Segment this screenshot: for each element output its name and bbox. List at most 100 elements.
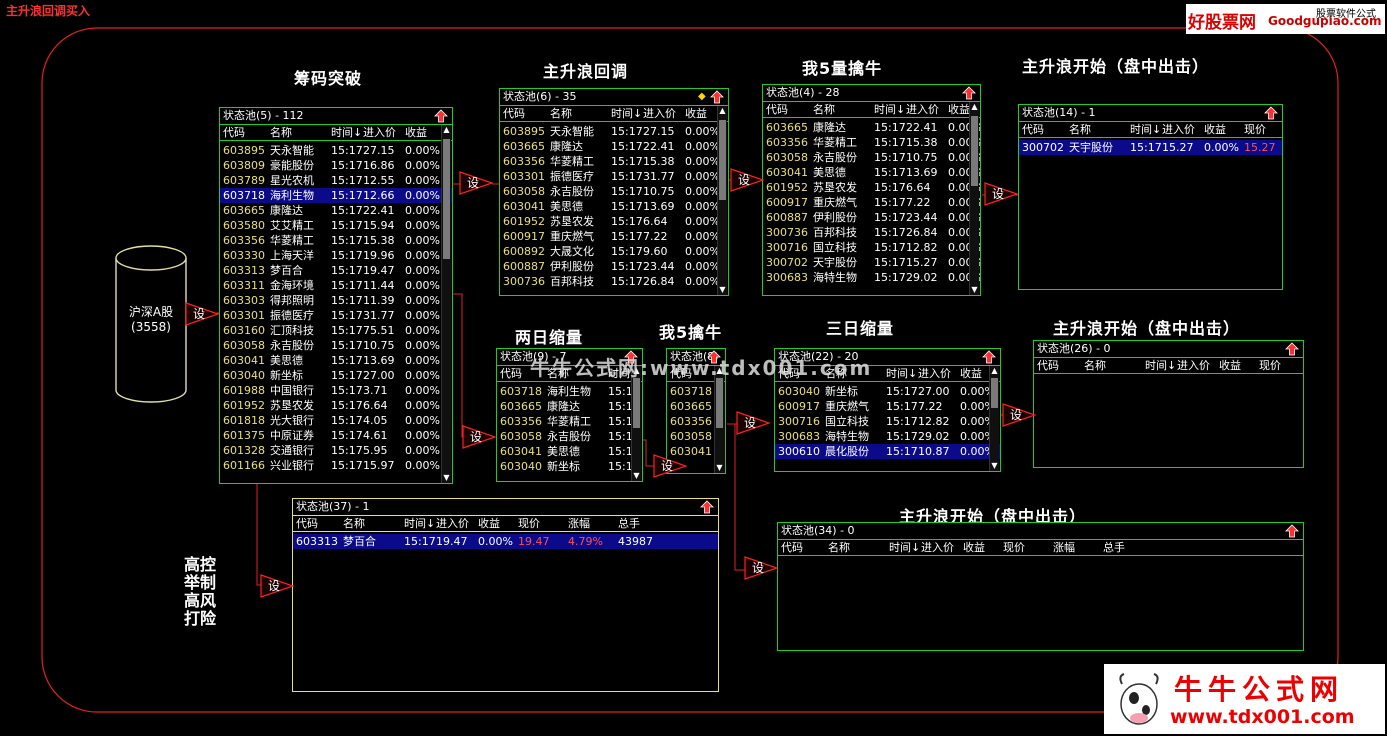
scrollbar[interactable]: ▲ ▼ [969, 102, 979, 295]
table-row[interactable]: 603330 上海天洋 15:1719.96 0.00% [220, 248, 452, 263]
table-row[interactable]: 300702 天宇股份 15:1715.27 0.00% [763, 255, 980, 270]
set-button[interactable]: 设 [462, 425, 497, 449]
column-vol[interactable]: 总手 [618, 516, 668, 531]
column-ret[interactable]: 收益 [1219, 358, 1259, 373]
table-row[interactable]: 601952 苏垦农发 15:176.64 0.00% [500, 214, 728, 229]
scroll-thumb[interactable] [443, 139, 450, 259]
table-row[interactable]: 603789 星光农机 15:1712.55 0.00% [220, 173, 452, 188]
table-row[interactable]: 300716 国立科技 15:1712.82 0.00% [775, 414, 1000, 429]
column-name[interactable]: 名称 [270, 125, 331, 140]
column-price[interactable]: 进入价 [436, 516, 478, 531]
scrollbar[interactable]: ▲ ▼ [631, 366, 641, 481]
table-row[interactable]: 603356 华菱精工 15:1715.38 0.00% [500, 154, 728, 169]
column-name[interactable]: 名称 [1069, 122, 1130, 137]
table-row[interactable]: 600887 伊利股份 15:1723.44 0.00% [763, 210, 980, 225]
up-arrow-icon[interactable] [700, 500, 714, 514]
table-row[interactable]: 603665 康隆达 15:1722.41 0.00% [500, 139, 728, 154]
column-time[interactable]: 时间↓ [889, 540, 921, 555]
table-row[interactable]: 603058 永吉股份 15:1710.75 0.00% [763, 150, 980, 165]
column-price[interactable]: 进入价 [1177, 358, 1219, 373]
column-name[interactable]: 名称 [550, 106, 611, 121]
table-row[interactable]: 603895 天永智能 15:1727.15 0.00% [220, 143, 452, 158]
table-row[interactable]: 601166 兴业银行 15:1715.97 0.00% [220, 458, 452, 473]
column-ret[interactable]: 收益 [478, 516, 518, 531]
set-button[interactable]: 设 [1002, 403, 1037, 427]
column-price[interactable]: 进入价 [921, 540, 963, 555]
column-ret[interactable]: 收益 [1204, 122, 1244, 137]
pool-start-2[interactable]: 状态池(26) - 0 代码 名称 时间↓进入价 收益 现价 [1033, 340, 1304, 468]
table-row[interactable]: 601952 苏垦农发 15:176.64 0.00% [220, 398, 452, 413]
set-button[interactable]: 设 [984, 182, 1019, 206]
table-row[interactable]: 603303 得邦照明 15:1711.39 0.00% [220, 293, 452, 308]
table-row[interactable]: 603665 康隆达 15:1722.41 0.00% [763, 120, 980, 135]
set-button[interactable]: 设 [730, 168, 765, 192]
diamond-icon[interactable]: ◆ [698, 90, 708, 104]
column-price[interactable]: 进入价 [1162, 122, 1204, 137]
table-row[interactable]: 603058 永吉股份 15:1710.75 0.00% [500, 184, 728, 199]
scrollbar[interactable]: ▲ ▼ [989, 366, 999, 471]
up-arrow-icon[interactable] [1285, 342, 1299, 356]
table-row[interactable]: 603895 天永智能 15:1727.15 0.00% [500, 124, 728, 139]
table-row[interactable]: 603041 美思德 15:1713.69 0.00% [763, 165, 980, 180]
column-name[interactable]: 名称 [813, 102, 874, 117]
table-row[interactable]: 601988 中国银行 15:173.71 0.00% [220, 383, 452, 398]
table-row[interactable]: 603356 华菱精工 15:1715.38 0.00% [763, 135, 980, 150]
table-row[interactable]: 603041 美思德 15:17 [497, 444, 642, 459]
table-row[interactable]: 300610 晨化股份 15:1710.87 0.00% [775, 444, 1000, 459]
table-row[interactable]: 603313 梦百合 15:1719.47 0.00% [220, 263, 452, 278]
column-price[interactable]: 进入价 [643, 106, 685, 121]
table-row[interactable]: 603301 振德医疗 15:1731.77 0.00% [220, 308, 452, 323]
column-time[interactable]: 时间↓ [331, 125, 363, 140]
table-row[interactable]: 300683 海特生物 15:1729.02 0.00% [775, 429, 1000, 444]
column-code[interactable]: 代码 [1022, 122, 1069, 137]
table-row[interactable]: 603040 新坐标 15:1727.00 0.00% [775, 384, 1000, 399]
scroll-thumb[interactable] [991, 378, 998, 408]
column-time[interactable]: 时间↓ [404, 516, 436, 531]
column-time[interactable]: 时间↓ [1130, 122, 1162, 137]
table-row[interactable]: 601328 交通银行 15:175.95 0.00% [220, 443, 452, 458]
column-price[interactable]: 进入价 [363, 125, 405, 140]
source-cylinder[interactable]: 沪深A股 (3558) [114, 244, 188, 404]
table-row[interactable]: 600887 伊利股份 15:1723.44 0.00% [500, 259, 728, 274]
table-row[interactable]: 603041 美思德 15:1713.69 0.00% [500, 199, 728, 214]
table-row[interactable]: 300736 百邦科技 15:1726.84 0.00% [500, 274, 728, 289]
table-row[interactable]: 603356 华菱精工 15:17 [497, 414, 642, 429]
column-cur[interactable]: 现价 [1003, 540, 1053, 555]
column-code[interactable]: 代码 [296, 516, 343, 531]
table-row[interactable]: 603665 康隆达 15:1722.41 0.00% [220, 203, 452, 218]
scroll-down-icon[interactable]: ▼ [715, 463, 724, 473]
column-time[interactable]: 时间↓ [611, 106, 643, 121]
pool-start-3[interactable]: 状态池(34) - 0 代码 名称 时间↓进入价 收益 现价 涨幅 总手 [777, 522, 1304, 651]
column-time[interactable]: 时间↓ [1145, 358, 1177, 373]
table-row[interactable]: 601818 光大银行 15:174.05 0.00% [220, 413, 452, 428]
table-row[interactable]: 603718 海利生物 15:1712.66 0.00% [220, 188, 452, 203]
up-arrow-icon[interactable] [1285, 524, 1299, 538]
scroll-down-icon[interactable]: ▼ [632, 471, 641, 481]
column-time[interactable]: 时间↓ [886, 366, 918, 381]
column-code[interactable]: 代码 [1037, 358, 1084, 373]
column-chg[interactable]: 涨幅 [1053, 540, 1103, 555]
column-time[interactable]: 时间↓ [874, 102, 906, 117]
scroll-down-icon[interactable]: ▼ [970, 285, 979, 295]
pool-huitiao[interactable]: 状态池(6) - 35 ◆ 代码 名称 时间↓进入价 收益 603895 天永智能 15:172… [499, 88, 729, 296]
column-name[interactable]: 名称 [828, 540, 889, 555]
table-row[interactable]: 601952 苏垦农发 15:176.64 0.00% [763, 180, 980, 195]
table-row[interactable]: 600917 重庆燃气 15:177.22 0.00% [775, 399, 1000, 414]
table-row[interactable]: 603313 梦百合 15:1719.47 0.00% 19.47 4.79% 43987 [293, 534, 718, 549]
column-code[interactable]: 代码 [781, 540, 828, 555]
scrollbar[interactable]: ▲ ▼ [714, 366, 724, 473]
column-name[interactable]: 名称 [343, 516, 404, 531]
scrollbar[interactable]: ▲ ▼ [441, 125, 451, 483]
table-row[interactable]: 603040 新坐标 15:1727.00 0.00% [220, 368, 452, 383]
column-price[interactable]: 进入价 [906, 102, 948, 117]
table-row[interactable]: 603580 艾艾精工 15:1715.94 0.00% [220, 218, 452, 233]
table-row[interactable]: 600917 重庆燃气 15:177.22 0.00% [500, 229, 728, 244]
column-name[interactable]: 名称 [1084, 358, 1145, 373]
column-code[interactable]: 代码 [503, 106, 550, 121]
scroll-thumb[interactable] [719, 120, 726, 200]
table-row[interactable]: 603058 永吉股份 15:17 [497, 429, 642, 444]
column-price[interactable]: 进入价 [918, 366, 960, 381]
table-row[interactable]: 603301 振德医疗 15:1731.77 0.00% [500, 169, 728, 184]
pool-wo5liang[interactable]: 状态池(4) - 28 代码 名称 时间↓进入价 收益 603665 康隆达 15:1722.… [762, 84, 981, 296]
table-row[interactable]: 600892 大晟文化 15:179.60 0.00% [500, 244, 728, 259]
